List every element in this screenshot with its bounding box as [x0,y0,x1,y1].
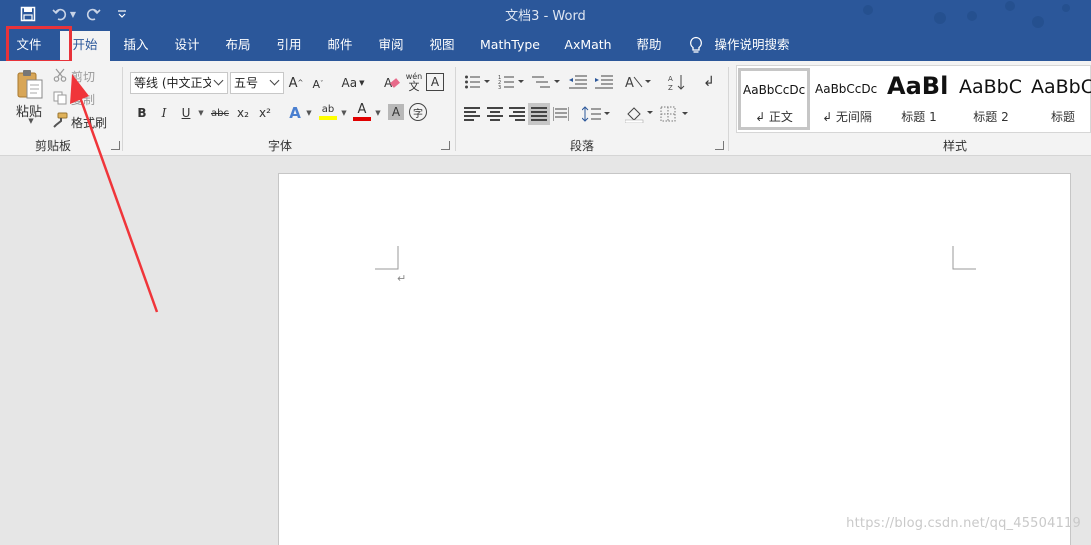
csdn-watermark: https://blog.csdn.net/qq_45504119 [846,516,1081,531]
annotation-arrow [70,74,159,313]
